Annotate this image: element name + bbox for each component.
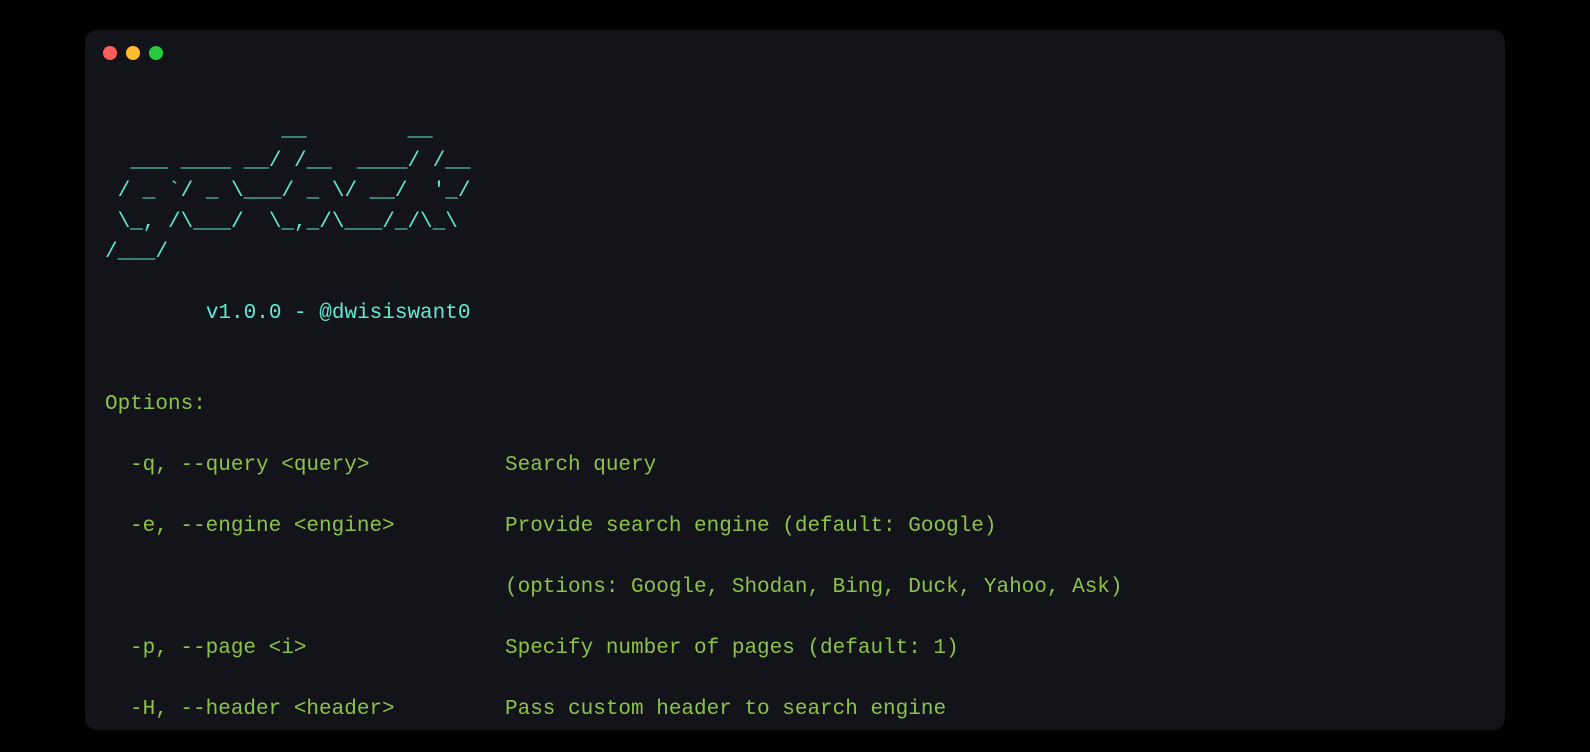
- option-row: -p, --page <i>Specify number of pages (d…: [105, 634, 1485, 664]
- ascii-banner: __ __ ___ ____ __/ /__ ____/ /__ / _ `/ …: [105, 116, 1485, 268]
- terminal-output: __ __ ___ ____ __/ /__ ____/ /__ / _ `/ …: [85, 76, 1505, 730]
- option-desc: Provide search engine (default: Google): [505, 512, 1485, 542]
- minimize-button[interactable]: [126, 46, 140, 60]
- option-row: -e, --engine <engine>Provide search engi…: [105, 512, 1485, 542]
- option-continuation: (options: Google, Shodan, Bing, Duck, Ya…: [105, 573, 1485, 603]
- option-row: -q, --query <query>Search query: [105, 451, 1485, 481]
- option-flags: -q, --query <query>: [105, 451, 505, 481]
- option-desc: Specify number of pages (default: 1): [505, 634, 1485, 664]
- option-desc: Search query: [505, 451, 1485, 481]
- terminal-window: __ __ ___ ____ __/ /__ ____/ /__ / _ `/ …: [85, 30, 1505, 730]
- option-flags: -p, --page <i>: [105, 634, 505, 664]
- title-bar: [85, 30, 1505, 76]
- option-flags: -e, --engine <engine>: [105, 512, 505, 542]
- option-desc: Pass custom header to search engine: [505, 695, 1485, 725]
- options-block: Options: -q, --query <query>Search query…: [105, 360, 1485, 730]
- version-text: v1.0.0 - @dwisiswant0: [105, 299, 1485, 329]
- options-header: Options:: [105, 390, 1485, 420]
- option-flags: -H, --header <header>: [105, 695, 505, 725]
- maximize-button[interactable]: [149, 46, 163, 60]
- close-button[interactable]: [103, 46, 117, 60]
- option-row: -H, --header <header>Pass custom header …: [105, 695, 1485, 725]
